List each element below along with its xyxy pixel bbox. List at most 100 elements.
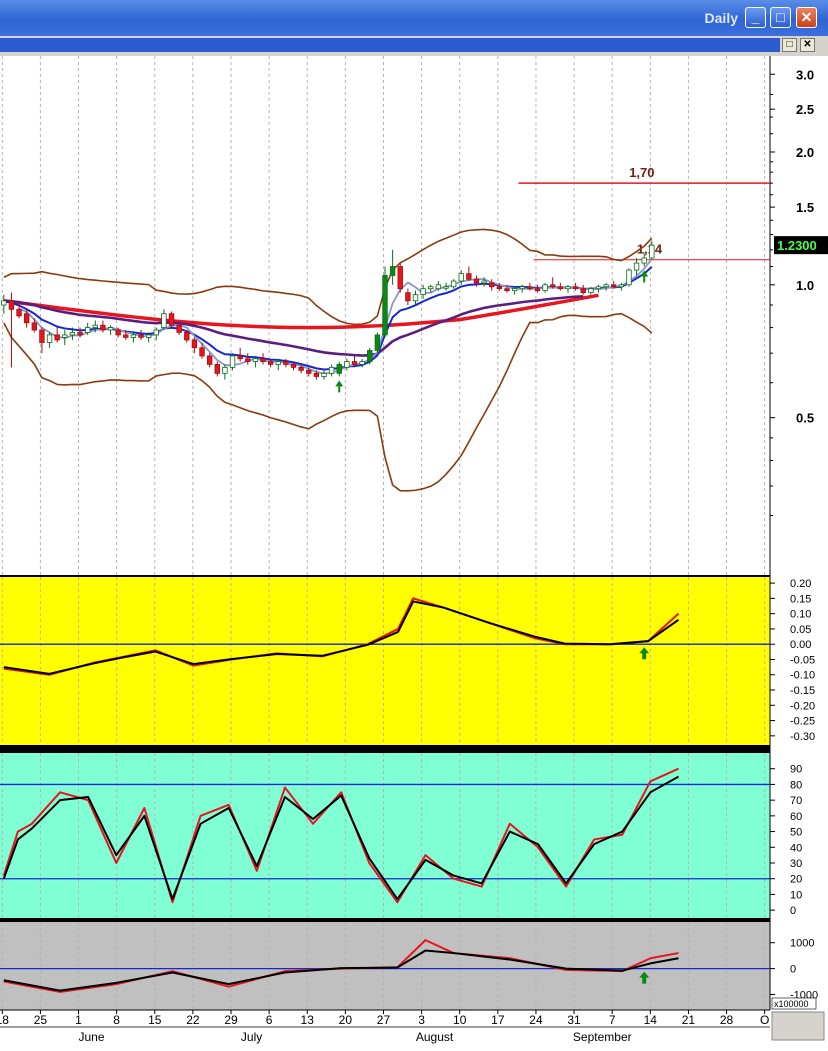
minimize-button[interactable]: _ (745, 7, 766, 28)
candle (550, 284, 556, 288)
candle (489, 282, 495, 288)
candle (77, 332, 83, 336)
candle (39, 329, 45, 343)
candle (145, 334, 152, 338)
x-tick-label: 18 (0, 1013, 9, 1027)
stochastic-tick-label: 40 (790, 842, 802, 854)
candle (275, 361, 281, 365)
candle (237, 355, 243, 360)
candle (206, 355, 213, 365)
candle (298, 366, 304, 371)
candle (260, 358, 266, 362)
x-tick-label: 28 (720, 1013, 734, 1027)
candle (443, 286, 449, 289)
stochastic-tick-label: 0 (790, 905, 796, 917)
x-tick-label: 20 (339, 1013, 353, 1027)
macd-panel[interactable] (0, 577, 770, 745)
candle (496, 286, 503, 290)
candle (382, 275, 388, 336)
candle (633, 262, 640, 271)
x-tick-label: 6 (266, 1013, 273, 1027)
candle (626, 269, 632, 286)
x-tick-label: 27 (377, 1013, 391, 1027)
stochastic-tick-label: 20 (790, 874, 802, 886)
oscillator-tick-label: 1000 (790, 938, 814, 950)
candle (466, 273, 472, 280)
candle (222, 366, 228, 374)
x-tick-label: 15 (148, 1013, 162, 1027)
x-tick-label: 8 (113, 1013, 120, 1027)
candle (511, 288, 518, 292)
oscillator-tick-label: 0 (790, 964, 796, 976)
x-tick-label: 10 (453, 1013, 467, 1027)
candle (412, 294, 419, 302)
candle (313, 372, 320, 377)
candle (588, 288, 594, 294)
stochastic-panel[interactable] (0, 753, 770, 918)
candle (16, 308, 22, 317)
mdi-close-button[interactable]: ✕ (800, 38, 815, 52)
stochastic-tick-label: 60 (790, 811, 802, 823)
stochastic-tick-label: 10 (790, 889, 802, 901)
macd-tick-label: 0.20 (790, 578, 811, 590)
candle (252, 358, 259, 362)
x-tick-label: 7 (609, 1013, 616, 1027)
candle (69, 332, 76, 336)
x-month-label: September (573, 1030, 632, 1044)
price-tick-label: 0.5 (796, 411, 814, 426)
macd-tick-label: 0.15 (790, 593, 811, 605)
panel-separator (0, 745, 828, 753)
x-axis-area (0, 1010, 828, 1051)
candle (290, 364, 297, 368)
x-tick-label: 1 (75, 1013, 82, 1027)
candle (374, 334, 381, 351)
oscillator-panel[interactable] (0, 922, 770, 1010)
stochastic-tick-label: 70 (790, 795, 802, 807)
candle (1, 300, 7, 306)
candle (527, 286, 533, 290)
candle (245, 358, 251, 362)
candle (168, 313, 175, 326)
candle (367, 350, 373, 362)
candle (435, 284, 442, 290)
candle (534, 288, 541, 292)
candle (328, 366, 335, 374)
macd-tick-label: 0.10 (790, 609, 811, 621)
corner-box (771, 1011, 825, 1041)
candle (397, 266, 403, 290)
candle (115, 329, 121, 336)
candle (306, 369, 312, 374)
candle (565, 286, 571, 290)
candle (336, 364, 342, 374)
x-tick-label: 22 (186, 1013, 200, 1027)
candle (31, 322, 37, 331)
macd-tick-label: -0.05 (790, 654, 815, 666)
candle (351, 361, 358, 365)
x-month-label: July (241, 1030, 262, 1044)
candle (123, 334, 129, 338)
candle (107, 327, 114, 331)
x-month-label: June (78, 1030, 104, 1044)
candle (62, 334, 68, 338)
candle (130, 334, 137, 338)
stochastic-tick-label: 90 (790, 764, 802, 776)
mdi-restore-button[interactable]: □ (782, 38, 797, 52)
last-price-label: 1.2300 (777, 238, 817, 253)
macd-tick-label: -0.10 (790, 670, 815, 682)
candle (481, 280, 487, 284)
candle (176, 324, 182, 333)
maximize-button[interactable]: □ (770, 7, 791, 28)
candle (283, 361, 289, 365)
x-tick-label: 31 (567, 1013, 581, 1027)
candle (641, 257, 647, 264)
x-tick-label: 25 (34, 1013, 48, 1027)
chart-canvas[interactable]: 3.02.52.01.51.00.51,701,141.23000.200.15… (0, 56, 828, 1051)
candle (359, 361, 365, 365)
panel-separator (0, 918, 828, 922)
chart-window-caption (0, 38, 780, 52)
panel-separator (0, 575, 828, 577)
close-button[interactable]: ✕ (796, 7, 817, 28)
macd-tick-label: -0.30 (790, 731, 815, 743)
macd-tick-label: 0.05 (790, 624, 811, 636)
price-tick-label: 2.0 (796, 145, 814, 160)
